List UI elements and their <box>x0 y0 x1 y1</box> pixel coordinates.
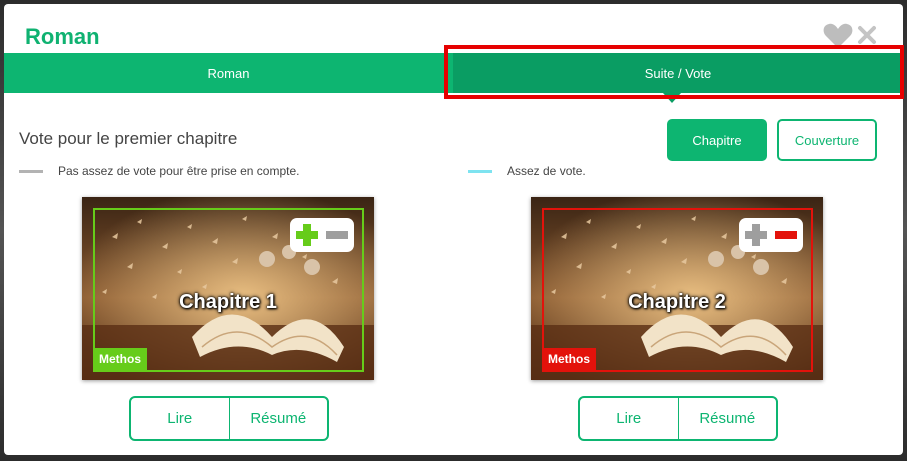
minus-icon[interactable] <box>324 222 350 248</box>
chapter-card-1[interactable]: Chapitre 1 Methos <box>82 197 374 380</box>
chapitre-button[interactable]: Chapitre <box>667 119 767 161</box>
annotation-highlight <box>444 45 904 99</box>
legend-enough-votes: Assez de vote. <box>468 164 586 178</box>
legend-label: Pas assez de vote pour être prise en com… <box>58 164 300 178</box>
author-badge: Methos <box>542 348 596 370</box>
chapter-1-actions: Lire Résumé <box>129 396 329 441</box>
read-button[interactable]: Lire <box>131 398 229 439</box>
chapter-card-2[interactable]: Chapitre 2 Methos <box>531 197 823 380</box>
legend-not-enough-votes: Pas assez de vote pour être prise en com… <box>19 164 299 178</box>
vote-toggle[interactable] <box>290 218 354 252</box>
tab-roman[interactable]: Roman <box>4 53 453 93</box>
vote-toggle[interactable] <box>739 218 803 252</box>
minus-icon[interactable] <box>773 222 799 248</box>
card-title: Chapitre 1 <box>179 291 277 313</box>
summary-button[interactable]: Résumé <box>677 398 777 439</box>
close-icon[interactable] <box>857 25 877 45</box>
section-title: Vote pour le premier chapitre <box>19 129 238 148</box>
chapter-2-actions: Lire Résumé <box>578 396 778 441</box>
author-badge: Methos <box>93 348 147 370</box>
legend-swatch-cyan <box>468 169 492 173</box>
read-button[interactable]: Lire <box>580 398 678 439</box>
card-title: Chapitre 2 <box>628 291 726 313</box>
summary-button[interactable]: Résumé <box>228 398 328 439</box>
couverture-button[interactable]: Couverture <box>777 119 877 161</box>
modal-title: Roman <box>25 24 100 49</box>
plus-icon[interactable] <box>294 222 320 248</box>
legend-swatch-gray <box>19 169 43 173</box>
plus-icon[interactable] <box>743 222 769 248</box>
legend-label: Assez de vote. <box>507 164 586 178</box>
